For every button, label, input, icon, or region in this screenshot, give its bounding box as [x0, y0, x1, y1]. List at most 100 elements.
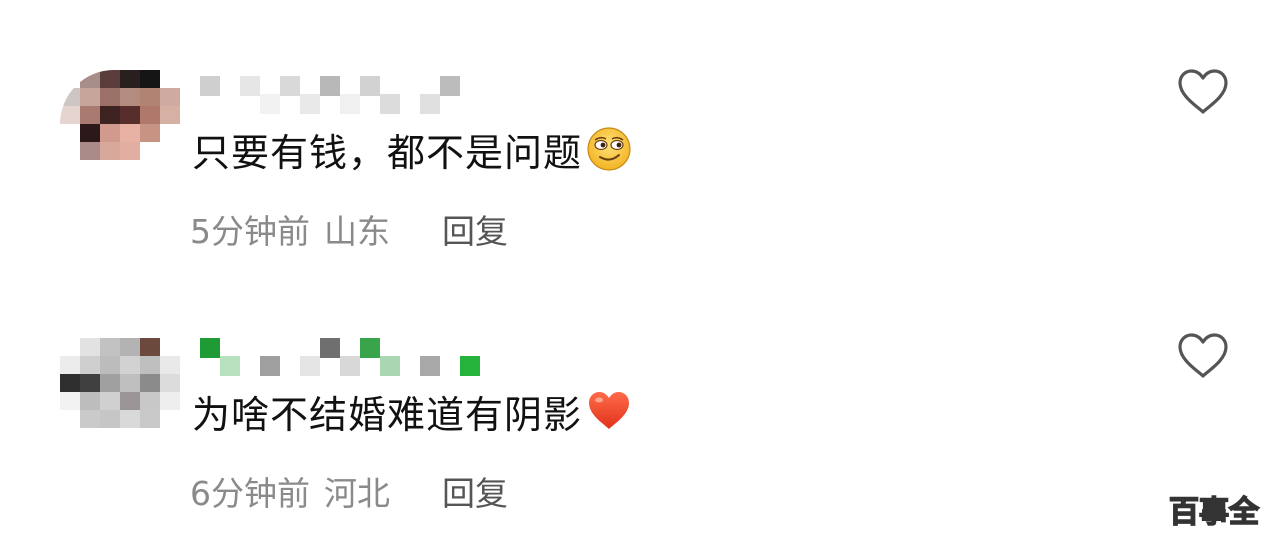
avatar-mosaic-cell [100, 160, 120, 178]
avatar-mosaic-cell [80, 338, 100, 356]
avatar-mosaic-cell [120, 70, 140, 88]
comment-text: 为啥不结婚难道有阴影 [192, 392, 583, 437]
username-mosaic-cell [240, 76, 260, 96]
avatar-mosaic-cell [80, 392, 100, 410]
avatar-mosaic-cell [60, 392, 80, 410]
avatar-mosaic-cell [140, 88, 160, 106]
username-mosaic-cell [460, 356, 480, 376]
username-mosaic-cell [320, 76, 340, 96]
avatar-mosaic-cell [120, 124, 140, 142]
username-mosaic-cell [460, 94, 480, 114]
comment-text-row: 为啥不结婚难道有阴影 [192, 386, 632, 437]
comment-location: 河北 [324, 474, 390, 513]
avatar-mosaic-cell [100, 88, 120, 106]
avatar-mosaic-cell [160, 392, 180, 410]
avatar-mosaic-cell [100, 124, 120, 142]
username-mosaic-cell [440, 76, 460, 96]
avatar-mosaic-cell [140, 70, 160, 88]
username-mosaic-cell [440, 338, 460, 358]
avatar-mosaic-cell [160, 142, 180, 160]
comment-location: 山东 [324, 212, 390, 251]
username-mosaic-cell [400, 76, 420, 96]
avatar-mosaic-cell [120, 392, 140, 410]
avatar-mosaic-cell [60, 410, 80, 428]
avatar-mosaic-cell [120, 106, 140, 124]
avatar-mosaic-cell [60, 124, 80, 142]
avatar-mosaic-cell [100, 410, 120, 428]
like-button[interactable] [1176, 332, 1230, 380]
avatar-mosaic-cell [100, 106, 120, 124]
username-mosaic-cell [220, 356, 240, 376]
avatar-mosaic-cell [60, 428, 80, 446]
watermark: 百事全 [1168, 494, 1260, 531]
avatar-mosaic-cell [140, 356, 160, 374]
avatar-mosaic-cell [60, 374, 80, 392]
avatar-mosaic-cell [60, 142, 80, 160]
avatar-mosaic-cell [140, 124, 160, 142]
avatar-mosaic-cell [140, 160, 160, 178]
avatar-mosaic-cell [80, 106, 100, 124]
avatar-mosaic-cell [160, 338, 180, 356]
avatar-mosaic-cell [100, 142, 120, 160]
avatar-mosaic-cell [120, 428, 140, 446]
avatar-mosaic-cell [100, 338, 120, 356]
username-mosaic-cell [380, 94, 400, 114]
avatar-mosaic-cell [140, 410, 160, 428]
username-mosaic-cell [240, 338, 260, 358]
red-heart-emoji-icon [586, 388, 632, 434]
username-pixelated[interactable] [200, 338, 480, 378]
username-mosaic-cell [260, 94, 280, 114]
avatar[interactable] [60, 70, 180, 178]
username-mosaic-cell [400, 338, 420, 358]
username-mosaic-cell [380, 356, 400, 376]
comment-text: 只要有钱，都不是问题 [192, 130, 583, 175]
username-mosaic-cell [200, 338, 220, 358]
avatar-mosaic-cell [120, 160, 140, 178]
avatar-mosaic-cell [80, 142, 100, 160]
username-mosaic-cell [420, 94, 440, 114]
avatar-mosaic-cell [80, 374, 100, 392]
username-mosaic-cell [360, 338, 380, 358]
reply-button[interactable]: 回复 [442, 205, 508, 253]
avatar-mosaic-cell [100, 428, 120, 446]
avatar-mosaic-cell [100, 70, 120, 88]
avatar-mosaic-cell [100, 374, 120, 392]
avatar-mosaic-cell [120, 88, 140, 106]
avatar[interactable] [60, 338, 180, 446]
reply-button[interactable]: 回复 [442, 467, 508, 515]
avatar-mosaic-cell [60, 160, 80, 178]
avatar-mosaic-cell [140, 338, 160, 356]
avatar-mosaic-cell [160, 374, 180, 392]
username-mosaic-cell [420, 356, 440, 376]
username-mosaic-cell [360, 76, 380, 96]
avatar-mosaic-cell [80, 88, 100, 106]
avatar-mosaic-cell [80, 70, 100, 88]
comment-meta: 5分钟前 山东 回复 [190, 206, 508, 252]
avatar-mosaic-cell [60, 356, 80, 374]
username-mosaic-cell [340, 356, 360, 376]
avatar-mosaic-cell [160, 160, 180, 178]
avatar-mosaic-cell [80, 428, 100, 446]
avatar-mosaic-cell [160, 88, 180, 106]
avatar-mosaic-cell [160, 356, 180, 374]
avatar-mosaic-cell [120, 338, 140, 356]
avatar-mosaic-cell [80, 160, 100, 178]
avatar-mosaic-cell [160, 410, 180, 428]
avatar-mosaic-cell [100, 356, 120, 374]
avatar-mosaic-cell [60, 106, 80, 124]
avatar-mosaic-cell [160, 106, 180, 124]
comment-meta: 6分钟前 河北 回复 [190, 468, 508, 514]
heart-outline-icon [1178, 333, 1228, 378]
comment-text-row: 只要有钱，都不是问题 [192, 124, 632, 175]
avatar-mosaic-cell [140, 428, 160, 446]
avatar-mosaic-cell [60, 88, 80, 106]
username-mosaic-cell [300, 94, 320, 114]
avatar-mosaic-cell [80, 124, 100, 142]
avatar-mosaic-cell [160, 124, 180, 142]
avatar-mosaic-cell [120, 356, 140, 374]
username-pixelated[interactable] [200, 76, 480, 116]
like-button[interactable] [1176, 68, 1230, 116]
username-mosaic-cell [280, 338, 300, 358]
username-mosaic-cell [320, 338, 340, 358]
avatar-mosaic-cell [120, 374, 140, 392]
